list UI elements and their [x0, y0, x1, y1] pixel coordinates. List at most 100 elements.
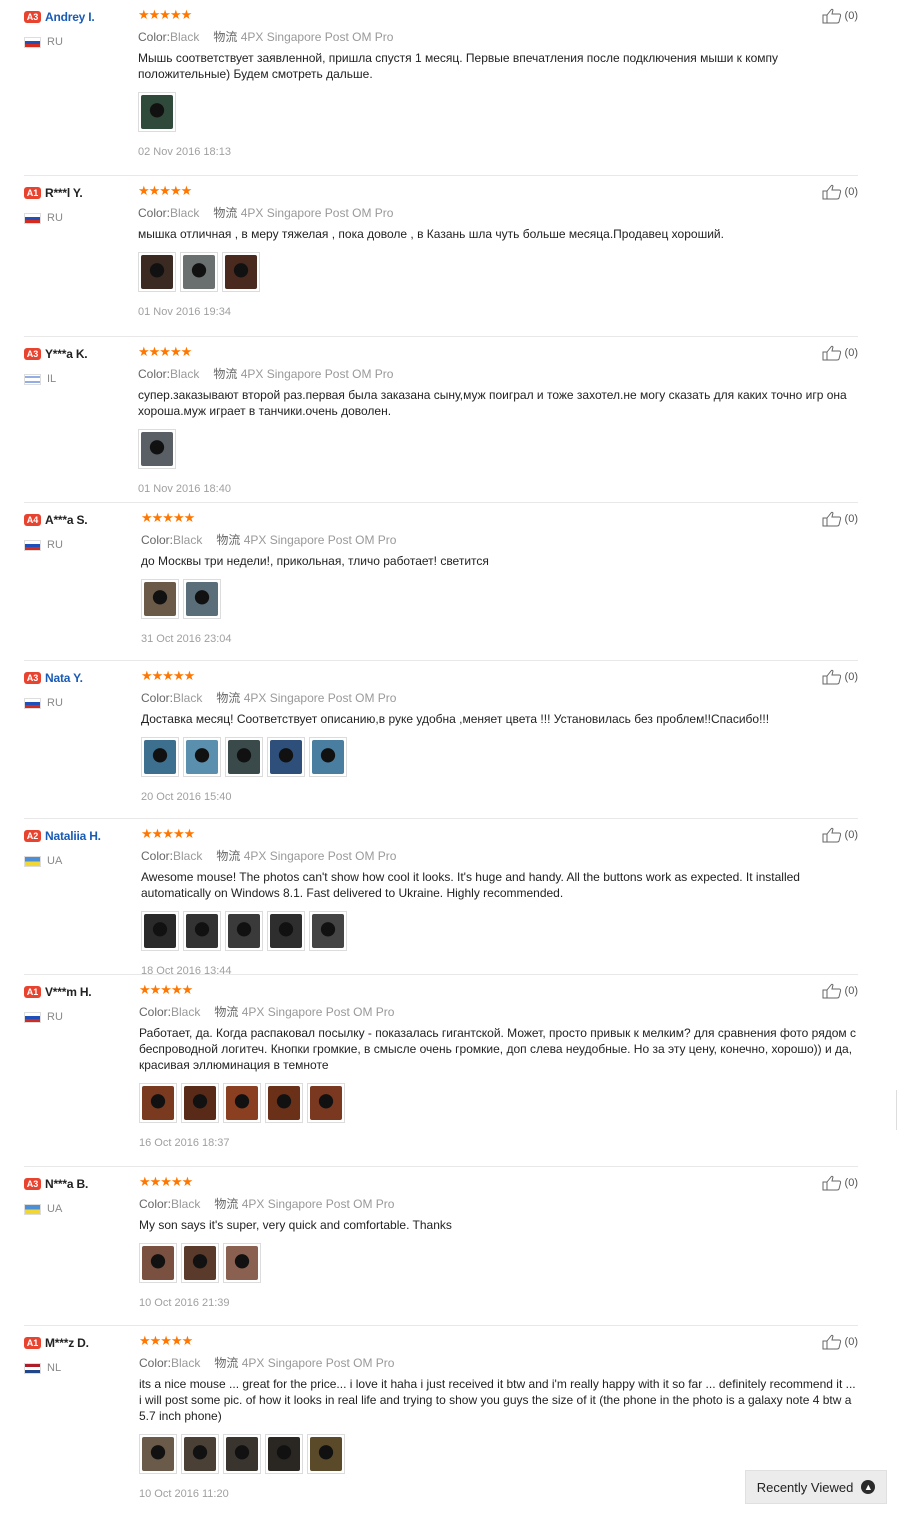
review-photo-thumbnail[interactable] [267, 737, 305, 777]
review-photo-thumbnail[interactable] [183, 737, 221, 777]
review-photo-thumbnail[interactable] [223, 1083, 261, 1123]
review-photo-thumbnail[interactable] [181, 1243, 219, 1283]
shipping-value: 4PX Singapore Post OM Pro [243, 691, 397, 705]
helpful-count: (0) [844, 347, 858, 359]
review-photo-thumbnail[interactable] [309, 911, 347, 951]
review-photo-thumbnail[interactable] [183, 911, 221, 951]
review-photo-thumbnail[interactable] [141, 737, 179, 777]
country-flag-icon [24, 36, 41, 48]
recently-viewed-button[interactable]: Recently Viewed ▲ [745, 1470, 887, 1504]
review-photo-thumbnail[interactable] [307, 1434, 345, 1474]
helpful-button[interactable]: (0) [822, 983, 858, 999]
shipping-value: 4PX Singapore Post OM Pro [243, 533, 397, 547]
shipping-value: 4PX Singapore Post OM Pro [240, 30, 394, 44]
reviewer-info: A1 R***l Y. RU [24, 184, 134, 224]
helpful-button[interactable]: (0) [822, 1334, 858, 1350]
reviewer-info: A3 Nata Y. RU [24, 669, 134, 709]
review-photo-thumbnail[interactable] [181, 1083, 219, 1123]
review-item: A1 R***l Y. RU ★★★★★ Color:Black 物流 4PX Singa… [24, 184, 858, 337]
review-photo-thumbnail[interactable] [139, 1434, 177, 1474]
review-photo-thumbnail[interactable] [141, 579, 179, 619]
buyer-level-badge: A1 [24, 1336, 41, 1349]
review-photo-thumbnail[interactable] [223, 1243, 261, 1283]
country-code: RU [47, 539, 63, 551]
review-text: Мышь соответствует заявленной, пришла сп… [138, 51, 779, 81]
helpful-button[interactable]: (0) [822, 511, 858, 527]
color-label: Color: [138, 30, 171, 44]
shipping-label: 物流 [216, 533, 241, 547]
review-photo-thumbnail[interactable] [139, 1243, 177, 1283]
review-photo-thumbnail[interactable] [307, 1083, 345, 1123]
color-label: Color: [141, 849, 174, 863]
country-code: RU [47, 1011, 63, 1023]
helpful-button[interactable]: (0) [822, 8, 858, 24]
review-photo-thumbnail[interactable] [267, 911, 305, 951]
thumbs-up-icon [822, 983, 841, 999]
review-photo-thumbnail[interactable] [180, 252, 218, 292]
reviewer-info: A1 M***z D. NL [24, 1334, 134, 1374]
order-info: Color:Black 物流 4PX Singapore Post OM Pro [141, 847, 861, 863]
shipping-label: 物流 [214, 1356, 239, 1370]
review-photo-thumbnail[interactable] [138, 429, 176, 469]
country-code: UA [47, 855, 63, 867]
buyer-level-badge: A3 [24, 671, 41, 684]
reviewer-country: IL [24, 373, 134, 385]
review-date: 01 Nov 2016 19:34 [138, 306, 231, 318]
shipping-label: 物流 [214, 1197, 239, 1211]
color-value: Black [171, 1197, 201, 1211]
review-photo-thumbnail[interactable] [222, 252, 260, 292]
reviewer-name: M***z D. [45, 1335, 89, 1350]
country-code: UA [47, 1203, 63, 1215]
review-photo-thumbnail[interactable] [225, 737, 263, 777]
review-photo-thumbnail[interactable] [141, 911, 179, 951]
star-rating: ★★★★★ [139, 982, 193, 997]
review-photo-thumbnail[interactable] [309, 737, 347, 777]
review-photo-thumbnail[interactable] [223, 1434, 261, 1474]
helpful-button[interactable]: (0) [822, 1175, 858, 1191]
reviewer-name[interactable]: Andrey I. [45, 10, 95, 24]
review-photo-thumbnail[interactable] [139, 1083, 177, 1123]
color-label: Color: [141, 533, 174, 547]
helpful-button[interactable]: (0) [822, 345, 858, 361]
reviewer-name[interactable]: Nataliia H. [45, 829, 101, 843]
color-label: Color: [138, 206, 171, 220]
order-info: Color:Black 物流 4PX Singapore Post OM Pro [139, 1195, 859, 1211]
helpful-button[interactable]: (0) [822, 184, 858, 200]
review-photo-thumbnail[interactable] [225, 911, 263, 951]
reviewer-name: V***m H. [45, 984, 92, 999]
country-flag-icon [24, 539, 41, 551]
reviewer-country: UA [24, 1203, 134, 1215]
color-label: Color: [141, 691, 174, 705]
color-label: Color: [139, 1356, 172, 1370]
reviewer-name[interactable]: Nata Y. [45, 671, 83, 685]
review-photo-thumbnail[interactable] [138, 252, 176, 292]
shipping-label: 物流 [213, 206, 238, 220]
reviewer-name: Y***a K. [45, 346, 88, 361]
star-rating: ★★★★★ [138, 344, 192, 359]
reviewer-name: N***a B. [45, 1176, 89, 1191]
review-photo-thumbnail[interactable] [183, 579, 221, 619]
shipping-value: 4PX Singapore Post OM Pro [241, 1005, 395, 1019]
shipping-label: 物流 [214, 1005, 239, 1019]
country-flag-icon [24, 212, 41, 224]
helpful-button[interactable]: (0) [822, 827, 858, 843]
star-rating: ★★★★★ [138, 183, 192, 198]
order-info: Color:Black 物流 4PX Singapore Post OM Pro [141, 689, 861, 705]
helpful-button[interactable]: (0) [822, 669, 858, 685]
reviewer-info: A2 Nataliia H. UA [24, 827, 134, 867]
review-photo-thumbnail[interactable] [265, 1434, 303, 1474]
color-value: Black [170, 206, 200, 220]
review-photo-thumbnail[interactable] [138, 92, 176, 132]
review-photo-thumbnail[interactable] [265, 1083, 303, 1123]
reviewer-name: A***a S. [45, 512, 88, 527]
review-photo-thumbnail[interactable] [181, 1434, 219, 1474]
review-content: ★★★★★ Color:Black 物流 4PX Singapore Post OM… [141, 511, 861, 645]
review-text: its a nice mouse ... great for the price… [139, 1377, 856, 1423]
reviewer-country: UA [24, 855, 134, 867]
thumbs-up-icon [822, 1334, 841, 1350]
shipping-label: 物流 [216, 691, 241, 705]
thumbs-up-icon [822, 1175, 841, 1191]
buyer-level-badge: A3 [24, 1177, 41, 1190]
review-photos [139, 1434, 859, 1474]
star-rating: ★★★★★ [138, 7, 192, 22]
